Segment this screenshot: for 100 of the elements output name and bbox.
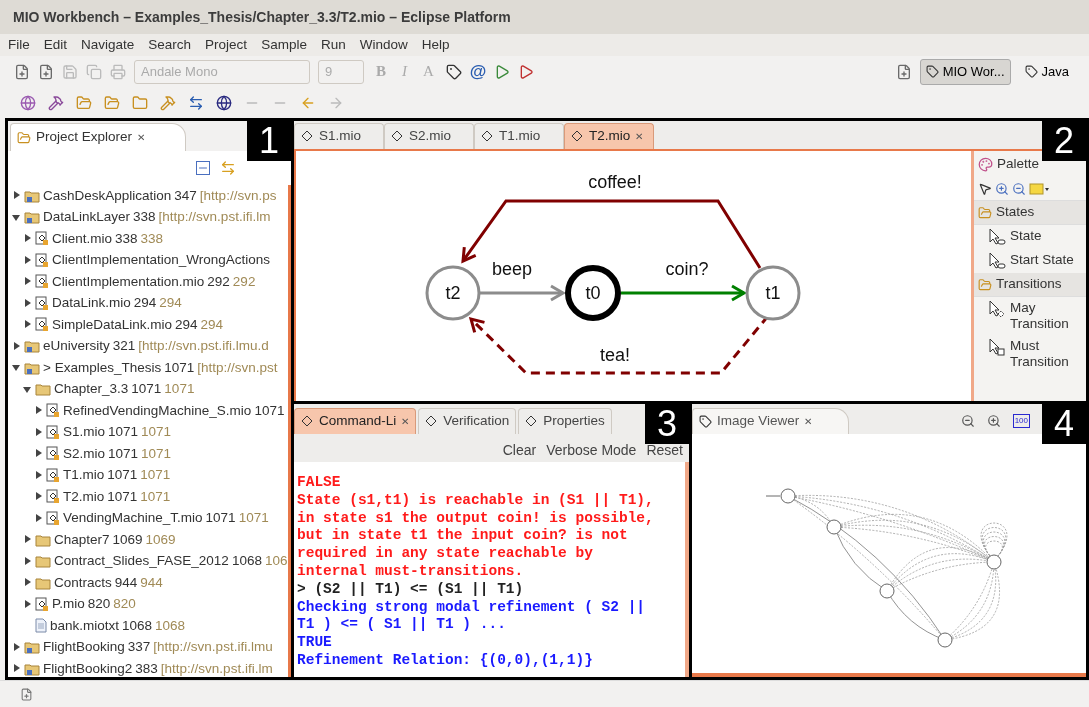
- tree-item[interactable]: T2.mio: [63, 486, 105, 507]
- state-node[interactable]: t1: [745, 265, 801, 321]
- menu-item[interactable]: Edit: [41, 34, 70, 56]
- tree-item[interactable]: > Examples_Thesis: [43, 357, 162, 378]
- collapsed-arrow-icon[interactable]: [34, 470, 43, 480]
- zoom-out-icon[interactable]: [960, 414, 975, 428]
- zoom-in-icon[interactable]: [986, 414, 1001, 428]
- palette-tool[interactable]: Start State: [974, 249, 1086, 273]
- new-file-icon[interactable]: [14, 63, 30, 80]
- select-icon[interactable]: [978, 181, 992, 196]
- menu-item[interactable]: Project: [203, 34, 250, 56]
- tree-item[interactable]: RefinedVendingMachine_S.mio: [63, 400, 252, 421]
- close-icon[interactable]: ✕: [401, 414, 410, 429]
- tree-item[interactable]: Chapter_3.3: [54, 379, 129, 400]
- new-file-icon[interactable]: [38, 63, 54, 80]
- collapsed-arrow-icon[interactable]: [34, 513, 43, 523]
- menu-item[interactable]: Help: [419, 34, 452, 56]
- action-link[interactable]: Verbose Mode: [546, 440, 637, 461]
- tag-icon[interactable]: [445, 63, 462, 80]
- expanded-arrow-icon[interactable]: [12, 212, 21, 222]
- collapsed-arrow-icon[interactable]: [12, 191, 21, 201]
- state-node[interactable]: t2: [425, 265, 481, 321]
- close-icon[interactable]: ✕: [804, 414, 813, 429]
- collapsed-arrow-icon[interactable]: [12, 341, 21, 351]
- tab[interactable]: Command-Li ✕: [294, 408, 417, 434]
- run-icon[interactable]: [518, 63, 535, 80]
- note-icon[interactable]: [1029, 182, 1049, 195]
- tab[interactable]: Image Viewer ✕: [692, 408, 850, 434]
- collapsed-arrow-icon[interactable]: [23, 277, 32, 287]
- tab[interactable]: S1.mio: [294, 123, 384, 149]
- at-button[interactable]: @: [469, 58, 487, 85]
- menu-item[interactable]: Navigate: [79, 34, 137, 56]
- collapsed-arrow-icon[interactable]: [23, 599, 32, 609]
- collapsed-arrow-icon[interactable]: [34, 427, 43, 437]
- tree-item[interactable]: FlightBooking2: [43, 658, 133, 677]
- transition-arrow[interactable]: [621, 284, 747, 302]
- palette-tool[interactable]: May Transition: [974, 297, 1086, 335]
- tree-item[interactable]: CashDeskApplication: [43, 185, 172, 206]
- menu-item[interactable]: Sample: [259, 34, 309, 56]
- tree-item[interactable]: Client.mio: [52, 228, 113, 249]
- actual-size-button[interactable]: 100: [1012, 414, 1030, 428]
- collapsed-arrow-icon[interactable]: [23, 320, 32, 330]
- collapsed-arrow-icon[interactable]: [12, 664, 21, 674]
- expanded-arrow-icon[interactable]: [12, 363, 21, 373]
- action-link[interactable]: Clear: [502, 440, 537, 461]
- run-icon[interactable]: [494, 63, 511, 80]
- tree-item[interactable]: ClientImplementation.mio: [52, 271, 205, 292]
- globe-icon[interactable]: [20, 94, 36, 111]
- tree-item[interactable]: SimpleDataLink.mio: [52, 314, 173, 335]
- tab[interactable]: T2.mio ✕: [564, 123, 654, 149]
- collapsed-arrow-icon[interactable]: [23, 535, 32, 545]
- tree-item[interactable]: Chapter7: [54, 529, 110, 550]
- collapsed-arrow-icon[interactable]: [23, 298, 32, 308]
- tab[interactable]: T1.mio: [474, 123, 564, 149]
- collapsed-arrow-icon[interactable]: [34, 406, 43, 416]
- hammer-icon[interactable]: [48, 94, 64, 111]
- tree-item[interactable]: ClientImplementation_WrongActions: [52, 250, 271, 271]
- tree-item[interactable]: eUniversity: [43, 336, 110, 357]
- tree-item[interactable]: T1.mio: [63, 465, 105, 486]
- sphere-icon[interactable]: [216, 94, 232, 111]
- tree-item[interactable]: Contracts: [54, 572, 112, 593]
- tree-item[interactable]: FlightBooking: [43, 637, 125, 658]
- zoom-out-icon[interactable]: [1012, 181, 1026, 196]
- palette-drawer[interactable]: States: [974, 201, 1086, 225]
- open-perspective-icon[interactable]: [895, 63, 912, 80]
- collapsed-arrow-icon[interactable]: [23, 578, 32, 588]
- tree-item[interactable]: Contract_Slides_FASE_2012: [54, 551, 229, 572]
- expanded-arrow-icon[interactable]: [23, 384, 32, 394]
- collapsed-arrow-icon[interactable]: [23, 255, 32, 265]
- tree-item[interactable]: VendingMachine_T.mio: [63, 508, 203, 529]
- zoom-in-icon[interactable]: [995, 181, 1009, 196]
- perspective-button[interactable]: MIO Wor...: [919, 58, 1011, 85]
- collapse-all-icon[interactable]: [196, 161, 210, 175]
- menu-item[interactable]: Window: [357, 34, 410, 56]
- collapsed-arrow-icon[interactable]: [34, 449, 43, 459]
- tab[interactable]: Verification: [418, 408, 517, 434]
- menu-item[interactable]: Search: [146, 34, 194, 56]
- close-icon[interactable]: ✕: [137, 130, 146, 145]
- tree-item[interactable]: bank.miotxt: [50, 615, 120, 636]
- palette-tool[interactable]: State: [974, 225, 1086, 249]
- collapsed-arrow-icon[interactable]: [12, 642, 21, 652]
- tree-item[interactable]: DataLinkLayer: [43, 207, 131, 228]
- tab[interactable]: S2.mio: [384, 123, 474, 149]
- tree-item[interactable]: S2.mio: [63, 443, 106, 464]
- menu-item[interactable]: File: [6, 34, 32, 56]
- tree-item[interactable]: DataLink.mio: [52, 293, 131, 314]
- tab[interactable]: Project Explorer ✕: [10, 123, 187, 151]
- palette-drawer[interactable]: Transitions: [974, 273, 1086, 297]
- collapsed-arrow-icon[interactable]: [34, 492, 43, 502]
- tab[interactable]: Properties: [518, 408, 612, 434]
- palette-tool[interactable]: Must Transition: [974, 335, 1086, 373]
- tree-item[interactable]: S1.mio: [63, 422, 106, 443]
- layout-icon[interactable]: [188, 94, 204, 111]
- collapsed-arrow-icon[interactable]: [23, 234, 32, 244]
- collapsed-arrow-icon[interactable]: [23, 556, 32, 566]
- tree-item[interactable]: P.mio: [52, 594, 85, 615]
- menu-item[interactable]: Run: [318, 34, 348, 56]
- perspective-button[interactable]: Java: [1018, 58, 1075, 85]
- fast-view-icon[interactable]: [20, 687, 33, 701]
- initial-state-node[interactable]: t0: [565, 265, 621, 321]
